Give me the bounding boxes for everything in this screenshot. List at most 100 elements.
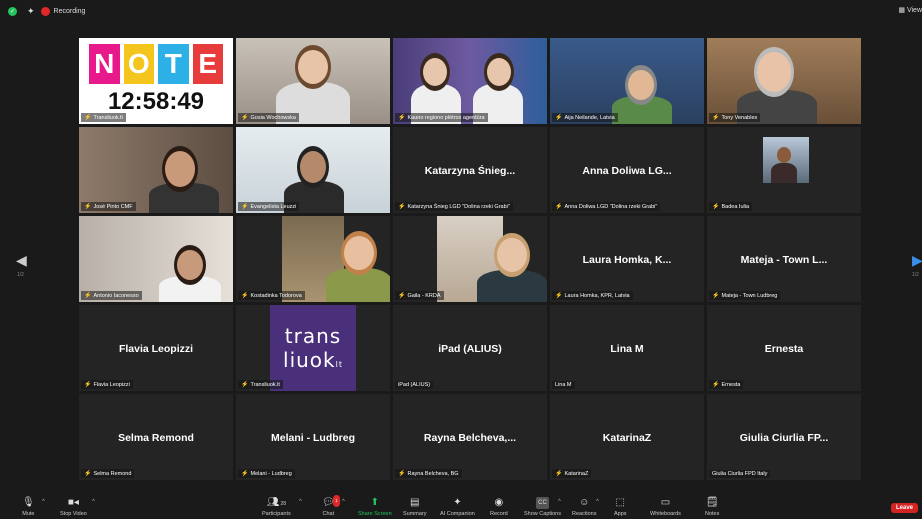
muted-microphone-icon: ⚡ xyxy=(241,293,249,299)
view-button[interactable]: ▦ View xyxy=(898,6,922,14)
participant-label-text: Laura Homka, KPR, Latvia xyxy=(564,292,630,299)
note-logo-letter: T xyxy=(158,44,189,84)
chat-button[interactable]: 💬︎ 1 Chat xyxy=(322,495,340,517)
notes-button[interactable]: 🗒︎ Notes xyxy=(705,497,719,517)
muted-microphone-icon: ⚡ xyxy=(241,471,249,477)
top-bar: ✓ ✦ Recording ▦ View xyxy=(0,0,922,22)
muted-microphone-icon: ⚡ xyxy=(241,115,249,121)
share-screen-button[interactable]: ⬆︎ Share Screen xyxy=(358,497,392,517)
reactions-button[interactable]: ☺ Reactions xyxy=(572,497,596,517)
muted-microphone-icon: ⚡ xyxy=(712,293,720,299)
record-button[interactable]: ◉ Record xyxy=(490,497,508,517)
participant-name: Katarzyna Śnieg... xyxy=(424,165,516,177)
participant-tile[interactable]: ⚡ Tony Venables xyxy=(707,38,861,124)
participant-label-text: Kostadinka Todorova xyxy=(250,292,302,299)
participant-tile[interactable]: KatarinaZ ⚡ KatarinaZ xyxy=(550,394,704,480)
muted-microphone-icon: ⚡ xyxy=(712,115,720,121)
previous-page-arrow-icon[interactable]: ◀ xyxy=(16,252,27,269)
participant-label-text: Gosia Wochowska xyxy=(250,114,296,121)
participant-tile[interactable]: Rayna Belcheva,... ⚡ Rayna Belcheva, BG xyxy=(393,394,547,480)
ai-companion-icon: ✦ xyxy=(453,497,462,508)
leave-button[interactable]: Leave xyxy=(890,503,918,513)
muted-microphone-icon: ⚡ xyxy=(241,204,249,210)
participant-tile[interactable]: Mateja - Town L... ⚡ Mateja - Town Ludbreg xyxy=(707,216,861,302)
participant-label-text: Rayna Belcheva, BG xyxy=(407,470,459,477)
video-camera-icon: ■◂ xyxy=(67,497,79,508)
video-options-chevron-icon[interactable]: ^ xyxy=(92,499,95,505)
apps-button[interactable]: ⬚ Apps xyxy=(614,497,627,517)
participant-tile[interactable]: Katarzyna Śnieg... ⚡ Katarzyna Śnieg LGD "… xyxy=(393,127,547,213)
participant-label-text: Katarzyna Śnieg LGD "Dolina rzeki Grabi" xyxy=(407,203,510,210)
summary-button[interactable]: ▤ Summary xyxy=(403,497,427,517)
participant-tile[interactable]: ⚡ Aija Neilande, Latvia xyxy=(550,38,704,124)
participant-label: ⚡ Aija Neilande, Latvia xyxy=(552,113,618,122)
clock-display: 12:58:49 xyxy=(107,88,205,115)
muted-microphone-icon: ⚡ xyxy=(555,115,563,121)
participant-label: ⚡ Rayna Belcheva, BG xyxy=(395,469,462,478)
video-feed xyxy=(79,216,233,302)
participant-tile[interactable]: Flavia Leopizzi ⚡ Flavia Leopizzi xyxy=(79,305,233,391)
participant-label-text: Anna Doliwa LGD "Dolina rzeki Grabi" xyxy=(564,203,658,210)
participant-label: ⚡ Evangelista Leuzzi xyxy=(238,202,300,211)
participant-label-text: Ernesta xyxy=(721,381,741,388)
show-captions-button[interactable]: CC Show Captions xyxy=(524,497,561,517)
participant-label-text: Lina M xyxy=(555,382,572,388)
meeting-toolbar: 🎙︎ Mute ^ ■◂ Stop Video ^ 👥︎28 Participa… xyxy=(0,494,922,519)
video-feed xyxy=(437,216,547,302)
muted-microphone-icon: ⚡ xyxy=(555,471,563,477)
participant-tile[interactable]: N O T E 12:58:49 ⚡ Transliuok.lt xyxy=(79,38,233,124)
mute-button[interactable]: 🎙︎ Mute xyxy=(22,497,35,517)
participant-label-text: Kauno regiono plėtros agentūra xyxy=(407,114,485,121)
note-logo-letter: E xyxy=(192,44,223,84)
participants-button[interactable]: 👥︎28 Participants xyxy=(262,497,291,517)
participant-tile[interactable]: ⚡ Antonio Iaconesso xyxy=(79,216,233,302)
participant-tile[interactable]: ⚡ Evangelista Leuzzi xyxy=(236,127,390,213)
video-feed xyxy=(236,38,390,124)
participant-tile[interactable]: Selma Remond ⚡ Selma Remond xyxy=(79,394,233,480)
participant-tile[interactable]: Laura Homka, K... ⚡ Laura Homka, KPR, Latv… xyxy=(550,216,704,302)
participant-tile[interactable]: ⚡ Kauno regiono plėtros agentūra xyxy=(393,38,547,124)
participant-tile[interactable]: trans liuoklt ⚡ Transliuok.lt xyxy=(236,305,390,391)
participant-label: ⚡ Antonio Iaconesso xyxy=(81,291,142,300)
participant-label: ⚡ Laura Homka, KPR, Latvia xyxy=(552,291,633,300)
ai-companion-button[interactable]: ✦ AI Companion xyxy=(440,497,475,517)
next-page-arrow-icon[interactable]: ▶ xyxy=(912,252,922,269)
participant-label: ⚡ Flavia Leopizzi xyxy=(81,380,133,389)
ai-sparkle-icon[interactable]: ✦ xyxy=(27,6,35,17)
participant-tile[interactable]: ⚡ José Pinto CMF xyxy=(79,127,233,213)
participant-tile[interactable]: Anna Doliwa LG... ⚡ Anna Doliwa LGD "Dolin… xyxy=(550,127,704,213)
participant-tile[interactable]: ⚡ Kostadinka Todorova xyxy=(236,216,390,302)
participant-label: ⚡ Anna Doliwa LGD "Dolina rzeki Grabi" xyxy=(552,202,661,211)
recording-label[interactable]: Recording xyxy=(54,8,86,15)
participants-options-chevron-icon[interactable]: ^ xyxy=(299,499,302,505)
muted-microphone-icon: ⚡ xyxy=(398,471,406,477)
participant-tile[interactable]: iPad (ALIUS) iPad (ALIUS) xyxy=(393,305,547,391)
stop-video-button[interactable]: ■◂ Stop Video xyxy=(60,497,87,517)
participant-tile[interactable]: ⚡ Badea Iulia xyxy=(707,127,861,213)
participant-tile[interactable]: Melani - Ludbreg ⚡ Melani - Ludbreg xyxy=(236,394,390,480)
participant-name: Rayna Belcheva,... xyxy=(423,432,517,444)
participant-name: Giulia Ciurlia FP... xyxy=(739,432,829,444)
muted-microphone-icon: ⚡ xyxy=(84,115,92,121)
participant-label: Lina M xyxy=(552,381,575,389)
participant-tile[interactable]: ⚡ Gosia Wochowska xyxy=(236,38,390,124)
video-grid: N O T E 12:58:49 ⚡ Transliuok.lt ⚡ Gosia Wochows… xyxy=(79,38,861,488)
captions-options-chevron-icon[interactable]: ^ xyxy=(558,499,561,505)
participant-tile[interactable]: Giulia Ciurlia FP... Giulia Ciurlia FPD I… xyxy=(707,394,861,480)
recording-icon[interactable] xyxy=(40,6,50,16)
participant-name: Laura Homka, K... xyxy=(582,254,672,266)
page-indicator-left: 1/2 xyxy=(17,272,24,278)
participant-tile[interactable]: ⚡ Gaila - KRDA xyxy=(393,216,547,302)
security-shield-icon[interactable]: ✓ xyxy=(8,6,17,16)
chat-options-chevron-icon[interactable]: ^ xyxy=(342,499,345,505)
muted-microphone-icon: ⚡ xyxy=(84,204,92,210)
participant-name: Melani - Ludbreg xyxy=(271,432,355,444)
whiteboards-button[interactable]: ▭ Whiteboards xyxy=(650,497,681,517)
participant-tile[interactable]: Ernesta ⚡ Ernesta xyxy=(707,305,861,391)
participant-label: ⚡ Katarzyna Śnieg LGD "Dolina rzeki Grabi… xyxy=(395,202,513,211)
reactions-options-chevron-icon[interactable]: ^ xyxy=(596,499,599,505)
mute-options-chevron-icon[interactable]: ^ xyxy=(42,499,45,505)
captions-icon: CC xyxy=(536,497,549,509)
participant-tile[interactable]: Lina M Lina M xyxy=(550,305,704,391)
logo-line-2: liuoklt xyxy=(283,348,343,372)
